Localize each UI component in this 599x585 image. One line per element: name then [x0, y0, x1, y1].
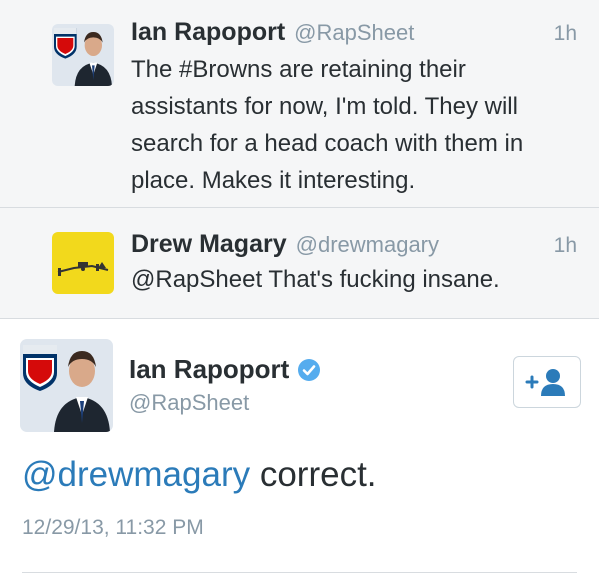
avatar-ian-rapoport[interactable]	[52, 24, 114, 86]
avatar-image	[52, 24, 114, 86]
tweet-header: Ian Rapoport @RapSheet 1h	[131, 18, 577, 48]
tweet-time: 1h	[553, 22, 577, 45]
author-name[interactable]: Ian Rapoport	[131, 18, 285, 47]
avatar-ian-rapoport-large[interactable]	[20, 339, 113, 432]
main-tweet-text-rest: correct.	[250, 455, 377, 494]
main-tweet-timestamp: 12/29/13, 11:32 PM	[22, 516, 204, 539]
follow-user-icon	[525, 369, 565, 396]
author-name[interactable]: Drew Magary	[131, 230, 287, 259]
main-author-row: Ian Rapoport	[129, 354, 321, 385]
verified-badge-icon	[298, 358, 321, 381]
main-tweet-detail: Ian Rapoport @RapSheet @drewmagary corre…	[0, 320, 599, 585]
author-handle[interactable]: @drewmagary	[296, 232, 439, 258]
follow-button[interactable]	[513, 356, 581, 408]
author-handle[interactable]: @RapSheet	[294, 20, 414, 46]
main-tweet-text: @drewmagary correct.	[22, 455, 377, 495]
nfl-shield-icon	[23, 345, 57, 391]
nfl-shield-icon	[54, 28, 77, 59]
tweet-time: 1h	[553, 234, 577, 257]
tweet-drew-magary[interactable]: Drew Magary @drewmagary 1h @RapSheet Tha…	[0, 208, 599, 319]
avatar-image	[20, 339, 113, 432]
main-author-name[interactable]: Ian Rapoport	[129, 354, 289, 385]
mention-link[interactable]: @drewmagary	[22, 455, 250, 494]
tweet-text: The #Browns are retaining their assistan…	[131, 56, 524, 194]
tweet-ian-rapoport-1[interactable]: Ian Rapoport @RapSheet 1h The #Browns ar…	[0, 0, 599, 208]
avatar-drew-magary[interactable]	[52, 232, 114, 294]
avatar-image	[52, 232, 114, 294]
tweet-text: @RapSheet That's fucking insane.	[131, 266, 500, 293]
divider	[22, 572, 577, 573]
main-author-handle[interactable]: @RapSheet	[129, 390, 249, 416]
tweet-header: Drew Magary @drewmagary 1h	[131, 230, 577, 260]
